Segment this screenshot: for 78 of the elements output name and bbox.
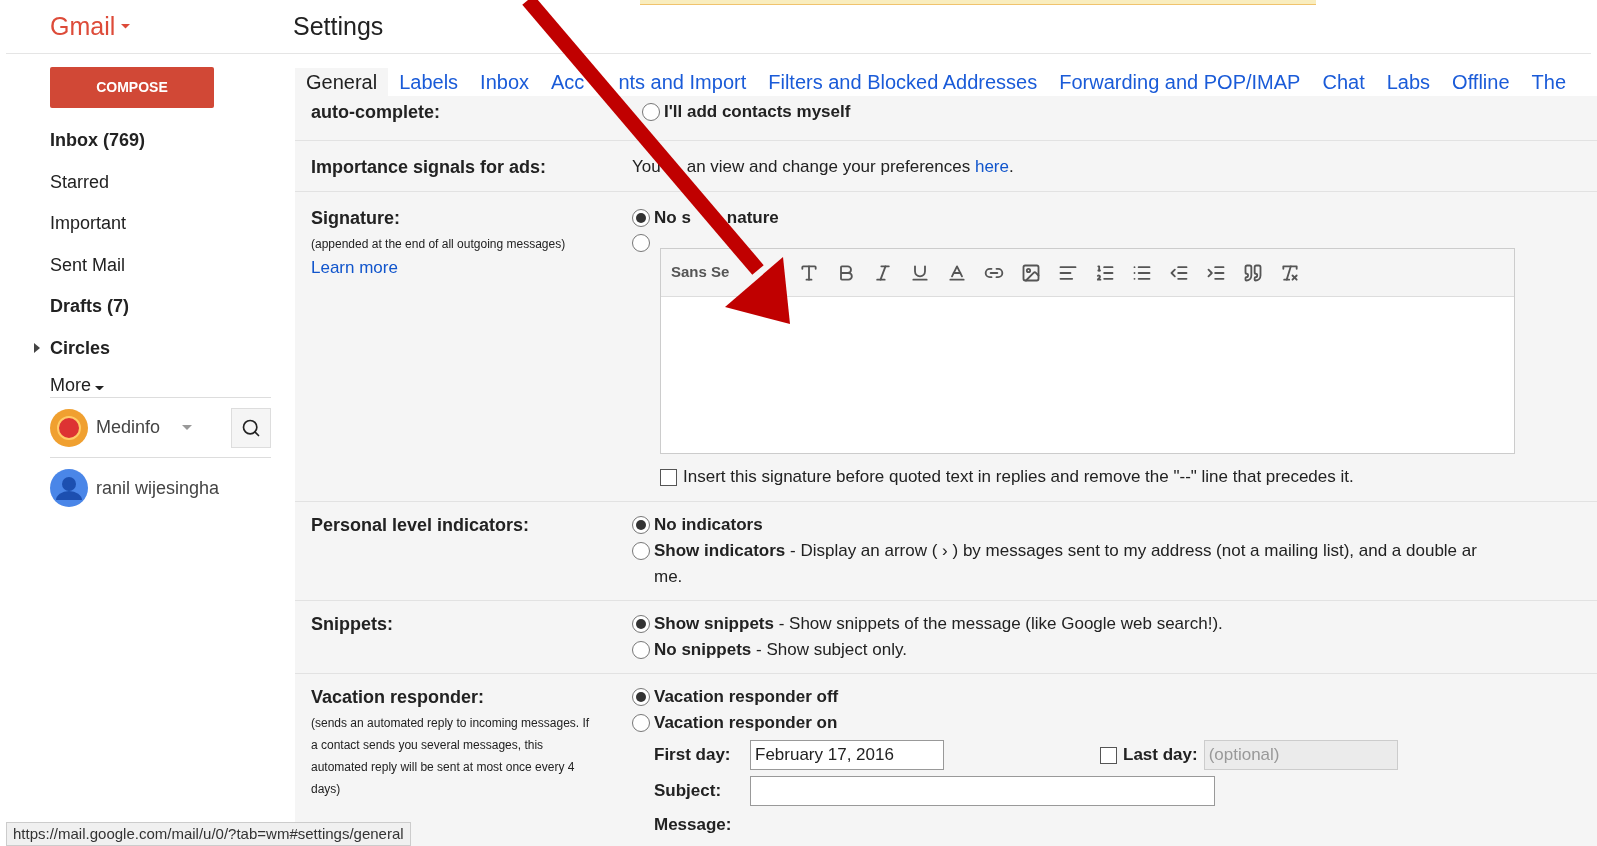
radio-button[interactable] [632,209,650,227]
more-link[interactable]: More [50,375,91,395]
setting-label: Snippets: [311,613,394,636]
option-label: No indicators [654,514,763,537]
font-dropdown[interactable]: Sans Se [671,261,730,284]
subject-field[interactable] [750,776,1215,806]
quote-icon[interactable] [1243,262,1264,283]
radio-button[interactable] [642,103,660,121]
radio-button[interactable] [632,688,650,706]
setting-label: Personal level indicators: [311,514,531,537]
settings-tab[interactable]: Inbox [469,68,541,96]
nav-item[interactable]: Sent Mail [50,251,126,279]
text-color-icon[interactable] [947,262,968,283]
checkbox-label: Insert this signature before quoted text in replies and remove the "--" line that precedes it. [683,466,1354,489]
settings-tab[interactable]: Offline [1441,68,1521,96]
settings-tab[interactable]: Labs [1375,68,1442,96]
settings-tab[interactable]: Labels [388,68,470,96]
search-icon [241,417,261,438]
setting-label: Vacation responder: [311,686,486,709]
status-url: https://mail.google.com/mail/u/0/?tab=wm#settings/general [6,821,411,846]
radio-button[interactable] [632,714,650,732]
compose-button[interactable]: COMPOSE [50,67,214,108]
nav-item[interactable]: Starred [50,168,110,196]
option-label: Vacation responder off [654,686,839,709]
ads-text: an view and change your preferences here. [686,156,1014,179]
nav-item[interactable]: Drafts (7) [50,293,129,321]
option-text: Show indicators - Display an arrow ( › ) by messages sent to my address (not a mailing list), and a double ar [654,540,1477,563]
option-label: I'll add contacts myself [664,101,851,124]
settings-tab[interactable]: Chat [1311,68,1376,96]
radio-button[interactable] [632,641,650,659]
learn-more-link[interactable]: Learn more [311,255,398,281]
first-day-field[interactable]: February 17, 2016 [750,740,944,770]
option-label: No s [654,207,691,230]
radio-button[interactable] [632,234,650,252]
account-name[interactable]: Medinfo [96,414,161,441]
account-name[interactable]: ranil wijesingha [96,474,220,502]
field-label: Message: [654,814,733,836]
expand-triangle-icon[interactable] [34,343,40,354]
nav-item[interactable]: Important [50,210,127,238]
nav-item[interactable]: Circles [50,334,111,362]
settings-tab[interactable]: The [1520,68,1577,96]
radio-button[interactable] [632,615,650,633]
numbered-list-icon[interactable] [1095,262,1116,283]
last-day-field[interactable]: (optional) [1203,740,1398,770]
page-title: Settings [293,10,384,42]
gmail-logo[interactable]: Gmail [50,7,116,46]
option-label: Vacation responder on [654,712,838,735]
search-button[interactable] [231,407,271,448]
image-icon[interactable] [1021,262,1042,283]
remove-formatting-icon[interactable] [1280,262,1301,283]
radio-button[interactable] [632,542,650,560]
account-logo-icon [50,408,88,447]
option-text: Show snippets - Show snippets of the message (like Google web search!). [654,613,1223,636]
setting-note: (appended at the end of all outgoing messages) [311,236,567,253]
setting-label: Signature: [311,207,401,230]
setting-note: (sends an automated reply to incoming messages. If a contact sends you several messages, this automated reply will be sent at most once every 4 days) [311,715,591,798]
settings-tab[interactable]: Acc nts and Import [540,68,758,96]
person-avatar-icon [50,469,88,507]
settings-tab[interactable]: Filters and Blocked Addresses [757,68,1049,96]
setting-label: Importance signals for ads: [311,156,548,179]
settings-tab[interactable]: General [295,68,389,96]
option-text: No snippets - Show subject only. [654,639,907,662]
here-link[interactable]: here [974,157,1009,177]
field-label: Last day: [1123,744,1198,767]
checkbox[interactable] [1100,746,1117,764]
nav-item[interactable]: Inbox (769) [50,127,146,155]
option-label: nature [726,207,779,230]
signature-editor[interactable]: Sans Se [660,248,1515,454]
text-size-icon[interactable] [799,262,820,283]
option-text: me. [653,566,684,588]
field-label: First day: [654,744,732,767]
setting-label: auto-complete: [311,101,441,124]
field-label: Subject: [654,780,723,803]
settings-tab[interactable]: Forwarding and POP/IMAP [1048,68,1312,96]
dropdown-caret-icon[interactable] [95,385,104,390]
checkbox[interactable] [660,468,677,486]
ads-text: You [632,156,661,179]
radio-button[interactable] [632,516,650,534]
